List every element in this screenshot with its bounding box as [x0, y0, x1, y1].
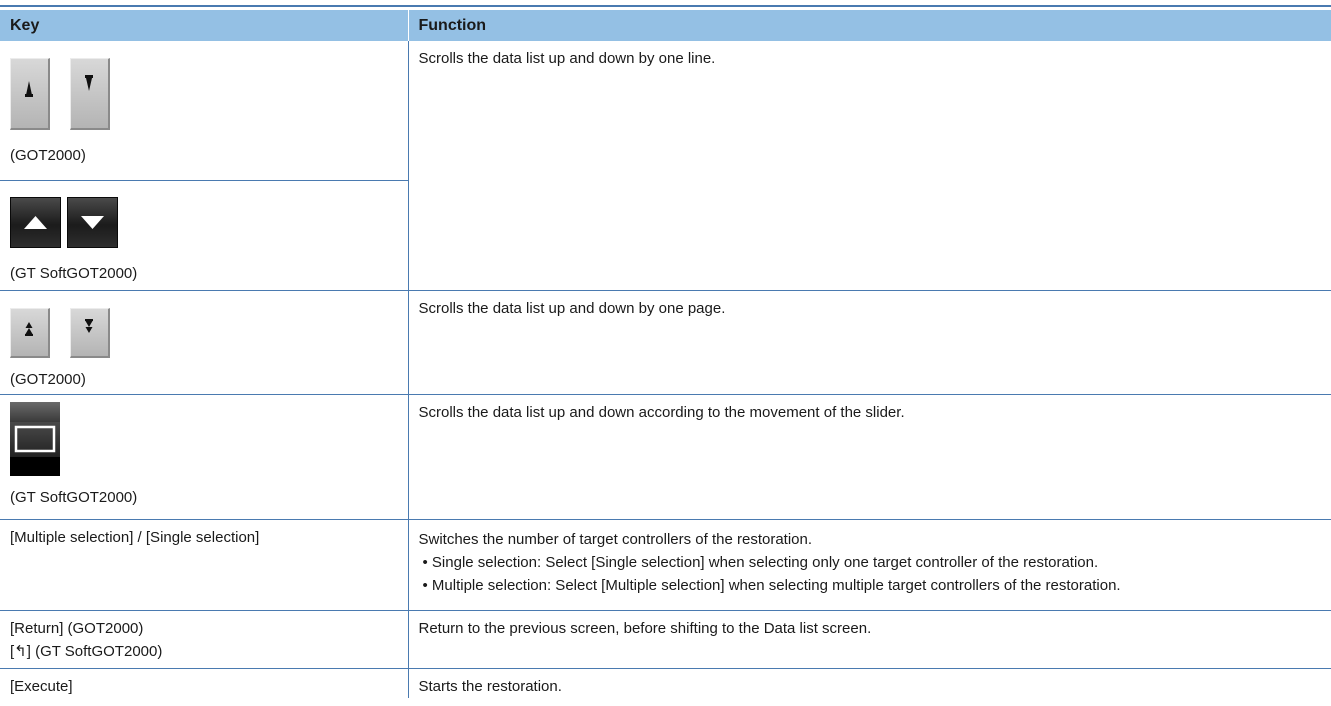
function-cell: Scrolls the data list up and down accord…	[408, 394, 1331, 520]
function-cell: Scrolls the data list up and down by one…	[408, 41, 1331, 291]
top-rule	[0, 5, 1331, 7]
key-cell: [Return] (GOT2000) [↰] (GT SoftGOT2000)	[0, 610, 409, 669]
table-row: [Multiple selection] / [Single selection…	[0, 519, 1331, 611]
triangle-up-icon[interactable]	[10, 196, 61, 248]
bullet-multiple-selection: • Multiple selection: Select [Multiple s…	[422, 576, 1121, 594]
key-caption: (GT SoftGOT2000)	[10, 264, 138, 282]
table-row: [Execute] Starts the restoration.	[0, 668, 1331, 698]
bullet-single-selection: • Single selection: Select [Single selec…	[422, 553, 1099, 571]
key-function-table: Key Function (GOT2000) Scrolls the data …	[0, 10, 1331, 698]
key-caption: (GOT2000)	[10, 147, 86, 164]
triangle-down-icon[interactable]	[67, 196, 119, 248]
scroll-line-down-icon[interactable]	[70, 58, 111, 130]
table-header-row: Key Function	[0, 10, 1331, 41]
function-cell: Return to the previous screen, before sh…	[408, 610, 1331, 669]
function-cell: Starts the restoration.	[418, 677, 562, 695]
key-cell[interactable]: [Multiple selection] / [Single selection…	[0, 519, 409, 611]
header-function: Function	[408, 10, 1331, 41]
key-caption: (GOT2000)	[10, 370, 86, 388]
return-key-got[interactable]: [Return] (GOT2000)	[10, 619, 398, 639]
function-cell: Switches the number of target controller…	[408, 519, 1331, 611]
header-key: Key	[0, 10, 409, 41]
table-row: (GOT2000) Scrolls the data list up and d…	[0, 290, 1331, 395]
function-cell: Scrolls the data list up and down by one…	[408, 290, 1331, 395]
table-row: [Return] (GOT2000) [↰] (GT SoftGOT2000) …	[0, 610, 1331, 669]
key-cell: (GT SoftGOT2000)	[0, 180, 409, 291]
key-caption: (GT SoftGOT2000)	[10, 488, 138, 506]
return-key-soft[interactable]: [↰] (GT SoftGOT2000)	[10, 642, 398, 662]
scroll-page-up-icon[interactable]	[10, 307, 50, 358]
key-cell[interactable]: [Execute]	[0, 668, 409, 698]
key-cell: (GOT2000)	[0, 290, 409, 395]
function-text: Switches the number of target controller…	[418, 530, 813, 548]
key-cell: (GT SoftGOT2000)	[0, 394, 409, 520]
slider-icon[interactable]	[10, 401, 60, 476]
table-row: (GOT2000) Scrolls the data list up and d…	[0, 41, 1331, 291]
key-cell: (GOT2000)	[0, 41, 409, 181]
table-row: (GT SoftGOT2000) Scrolls the data list u…	[0, 394, 1331, 520]
scroll-page-down-icon[interactable]	[70, 307, 111, 358]
scroll-line-up-icon[interactable]	[10, 58, 50, 130]
